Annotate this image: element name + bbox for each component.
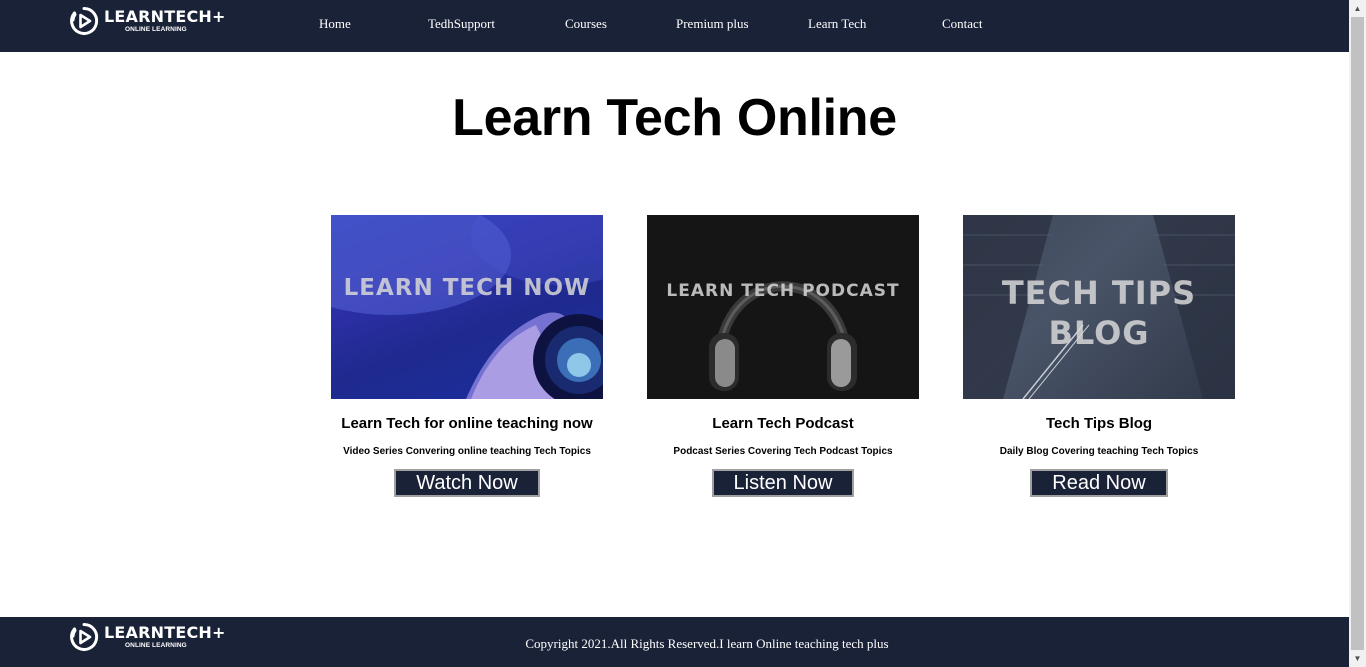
card-description: Video Series Convering online teaching T… [343, 446, 591, 457]
card-image-caption-line1: TECH TIPS [1001, 274, 1197, 312]
card-title: Learn Tech for online teaching now [341, 415, 593, 432]
site-header: LEARNTECH+ ONLINE LEARNING Home TedhSupp… [0, 0, 1349, 52]
listen-now-button[interactable]: Listen Now [711, 469, 855, 497]
card-read: TECH TIPS BLOG Tech Tips Blog Daily Blog… [963, 215, 1235, 497]
footer-copyright: Copyright 2021.All Rights Reserved.I lea… [525, 636, 889, 651]
card-image-tech-tips-blog[interactable]: TECH TIPS BLOG [963, 215, 1235, 399]
page: LEARNTECH+ ONLINE LEARNING Home TedhSupp… [0, 0, 1349, 667]
card-listen: LEARN TECH PODCAST Learn Tech Podcast Po… [647, 215, 919, 497]
nav-link-premium-plus[interactable]: Premium plus [676, 16, 749, 32]
play-circle-icon [70, 6, 99, 35]
card-watch: LEARN TECH NOW Learn Tech for online tea… [331, 215, 603, 497]
nav-link-home[interactable]: Home [319, 16, 351, 32]
card-image-caption: LEARN TECH PODCAST [666, 281, 900, 301]
nav-link-courses[interactable]: Courses [565, 16, 607, 32]
card-title: Tech Tips Blog [1045, 415, 1153, 432]
scroll-down-arrow-icon[interactable]: ▼ [1349, 650, 1366, 667]
card-image-learn-tech-now[interactable]: LEARN TECH NOW [331, 215, 603, 399]
scrollbar-thumb[interactable] [1351, 17, 1364, 650]
page-title: Learn Tech Online [452, 89, 897, 147]
watch-now-button[interactable]: Watch Now [394, 469, 540, 497]
scroll-up-arrow-icon[interactable]: ▲ [1349, 0, 1366, 17]
nav-link-contact[interactable]: Contact [942, 16, 982, 32]
nav-link-tedhsupport[interactable]: TedhSupport [428, 16, 495, 32]
card-image-caption: LEARN TECH NOW [343, 275, 591, 301]
brand-tagline: ONLINE LEARNING [125, 25, 187, 33]
card-description: Podcast Series Covering Tech Podcast Top… [673, 446, 893, 457]
card-title: Learn Tech Podcast [712, 415, 854, 432]
brand-name: LEARNTECH+ [104, 6, 226, 26]
headphones-illustration [709, 281, 857, 391]
nav-link-learn-tech[interactable]: Learn Tech [808, 16, 866, 32]
card-description: Daily Blog Covering teaching Tech Topics [999, 446, 1199, 457]
read-now-button[interactable]: Read Now [1030, 469, 1168, 497]
card-image-learn-tech-podcast[interactable]: LEARN TECH PODCAST [647, 215, 919, 399]
brand-logo[interactable]: LEARNTECH+ ONLINE LEARNING [69, 5, 226, 37]
page-scrollbar[interactable]: ▲ ▼ [1349, 0, 1366, 667]
camera-lens-illustration [331, 215, 603, 399]
card-image-caption-line2: BLOG [1048, 314, 1150, 352]
